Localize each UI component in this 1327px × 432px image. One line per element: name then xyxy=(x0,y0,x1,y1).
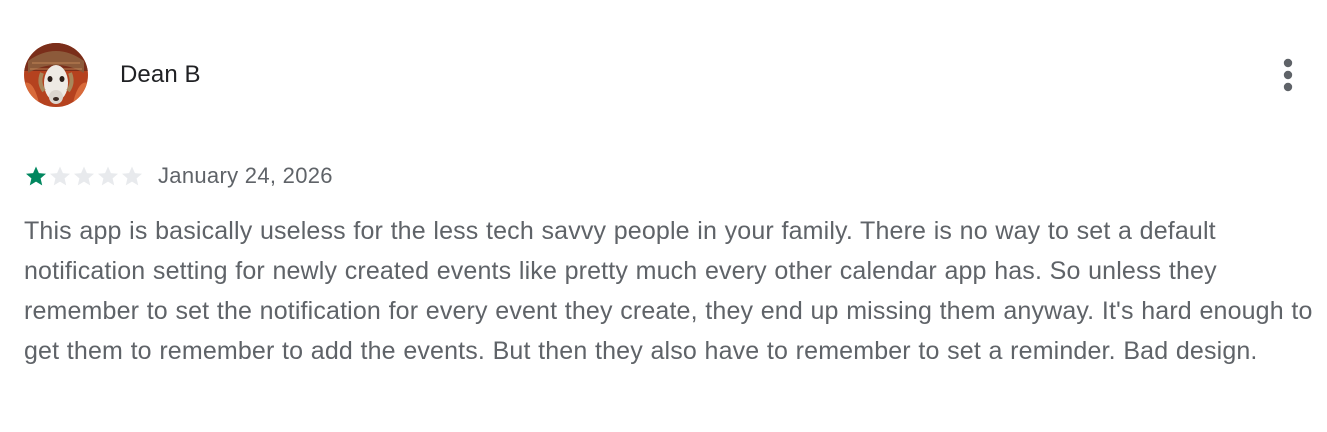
review-date: January 24, 2026 xyxy=(158,163,333,188)
more-options-button[interactable] xyxy=(1268,54,1308,96)
star-empty-icon xyxy=(50,166,70,186)
star-empty-icon xyxy=(98,166,118,186)
more-vert-icon xyxy=(1283,58,1293,92)
star-empty-icon xyxy=(122,166,142,186)
review-header: Dean B xyxy=(24,43,201,107)
review-card: Dean B January 24, 2026 This app is basi… xyxy=(0,0,1327,432)
reviewer-name: Dean B xyxy=(120,61,201,88)
review-text: This app is basically useless for the le… xyxy=(24,217,1313,365)
star-rating xyxy=(24,164,144,188)
star-filled-icon xyxy=(26,166,46,186)
review-meta: January 24, 2026 xyxy=(24,160,333,192)
dog-avatar-icon xyxy=(24,43,88,107)
avatar xyxy=(24,43,88,107)
star-empty-icon xyxy=(74,166,94,186)
